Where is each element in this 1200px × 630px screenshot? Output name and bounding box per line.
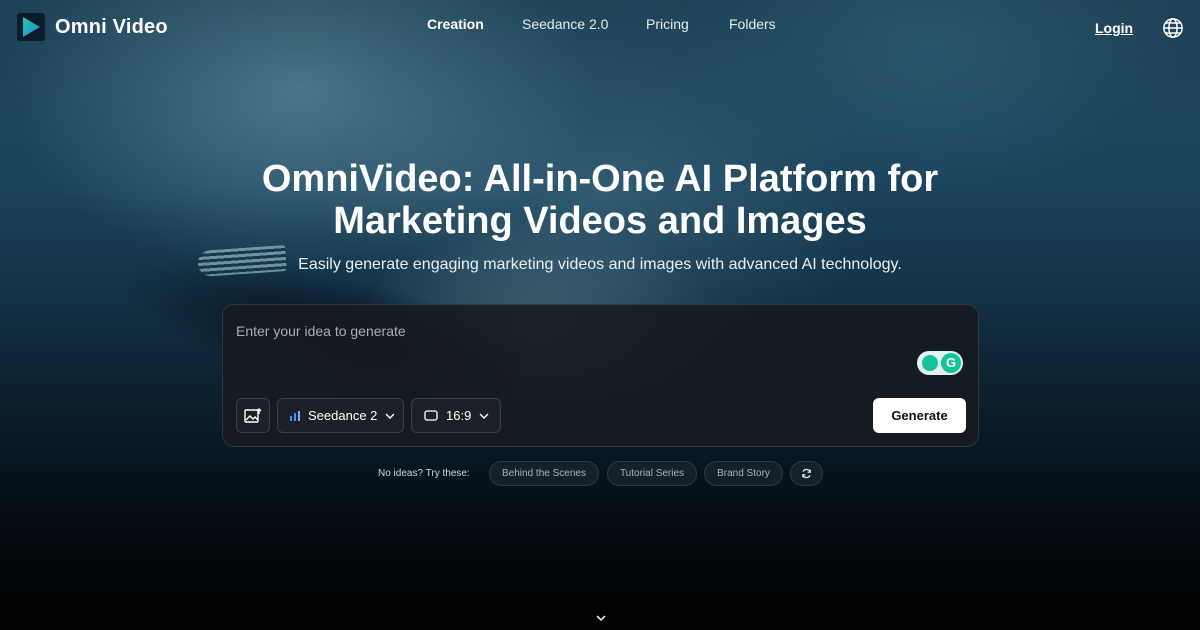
lightbulb-icon <box>922 355 938 371</box>
nav-creation[interactable]: Creation <box>427 16 484 32</box>
hero-title-line2: Marketing Videos and Images <box>333 200 867 242</box>
upload-image-button[interactable] <box>236 398 270 433</box>
image-upload-icon <box>244 407 262 423</box>
idea-suggestions: No ideas? Try these: Behind the Scenes T… <box>0 461 1200 487</box>
idea-chip-behind-the-scenes[interactable]: Behind the Scenes <box>489 461 599 486</box>
globe-icon[interactable] <box>1162 17 1184 39</box>
main-nav: Creation Seedance 2.0 Pricing Folders <box>0 16 1200 36</box>
refresh-ideas-button[interactable] <box>790 461 823 486</box>
hero-title: OmniVideo: All-in-One AI Platform for Ma… <box>0 158 1200 242</box>
ideas-label: No ideas? Try these: <box>378 468 470 479</box>
hero-subtitle: Easily generate engaging marketing video… <box>298 256 902 273</box>
model-bars-icon <box>290 410 300 421</box>
top-navbar: Omni Video Creation Seedance 2.0 Pricing… <box>0 0 1200 56</box>
idea-chip-brand-story[interactable]: Brand Story <box>704 461 783 486</box>
model-select[interactable]: Seedance 2 <box>277 398 404 433</box>
nav-seedance[interactable]: Seedance 2.0 <box>522 16 608 32</box>
chevron-down-icon <box>479 413 489 419</box>
nav-folders[interactable]: Folders <box>729 16 776 32</box>
model-label: Seedance 2 <box>308 408 378 423</box>
grammarly-icon: G <box>941 353 961 373</box>
prompt-input[interactable] <box>236 321 836 341</box>
prompt-box: G Seedance 2 16:9 Generate <box>222 304 979 447</box>
nav-pricing[interactable]: Pricing <box>646 16 689 32</box>
chevron-down-icon <box>385 413 395 419</box>
generate-button[interactable]: Generate <box>873 398 966 433</box>
scroll-down-chevron-icon[interactable] <box>594 612 608 624</box>
aspect-ratio-select[interactable]: 16:9 <box>411 398 501 433</box>
aspect-ratio-label: 16:9 <box>446 408 472 423</box>
refresh-icon <box>802 468 811 479</box>
login-link[interactable]: Login <box>1095 20 1133 36</box>
grammarly-widget[interactable]: G <box>917 351 963 375</box>
idea-chip-tutorial-series[interactable]: Tutorial Series <box>607 461 697 486</box>
aspect-ratio-icon <box>424 410 438 421</box>
hero-title-line1: OmniVideo: All-in-One AI Platform for <box>261 158 939 200</box>
